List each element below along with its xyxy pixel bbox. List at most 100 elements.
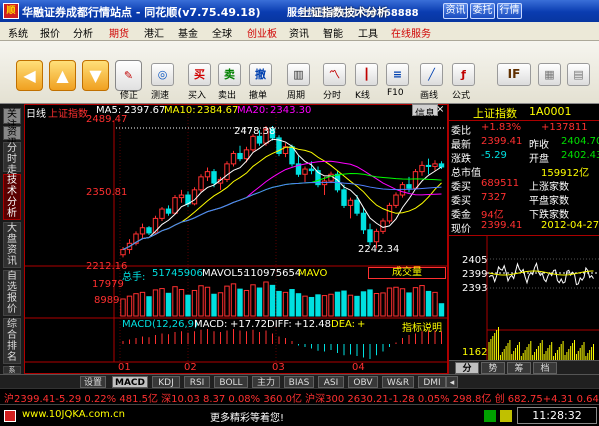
volume-bar <box>139 291 146 317</box>
kline-chart[interactable] <box>24 104 448 374</box>
cancel-order-label: 撤单 <box>249 91 268 101</box>
news-button[interactable]: 资讯 <box>443 3 468 19</box>
indicator-help-button[interactable]: 指标说明 <box>402 319 442 334</box>
left-tab-timeshare[interactable]: 分时走势 <box>3 142 21 187</box>
indicator-selector[interactable]: 成交量 <box>368 267 446 279</box>
volume-bar <box>159 288 165 317</box>
chart-area[interactable]: 日线 上证指数 MA5: 2397.67 MA10: 2384.67 MA20:… <box>24 104 448 374</box>
candle-body <box>347 199 354 206</box>
volume-bar <box>419 285 425 317</box>
volume-bar <box>146 296 152 317</box>
tab-scroll-left-icon[interactable]: ◂ <box>446 376 458 388</box>
indicator-tab-9[interactable]: W&R <box>382 376 414 388</box>
status-promo[interactable]: 更多精彩等着您! <box>210 409 284 424</box>
menu-item-0[interactable]: 系统 <box>8 25 28 40</box>
indicator-tab-3[interactable]: RSI <box>184 376 210 388</box>
order-button[interactable]: 委托 <box>470 3 495 19</box>
cancel-order-icon[interactable]: 撤 <box>249 63 272 86</box>
kline-icon[interactable]: ┃ <box>355 63 378 86</box>
menu-item-3[interactable]: 期货 <box>109 25 129 40</box>
candle-body <box>438 163 445 168</box>
period-icon[interactable]: ▥ <box>287 63 310 86</box>
volume-bar <box>165 292 172 317</box>
down-arrow-icon[interactable]: ▼ <box>82 60 109 91</box>
quote-tab-timeshare[interactable]: 分 <box>455 362 479 374</box>
indicator-tab-8[interactable]: OBV <box>348 376 378 388</box>
indicator-tab-2[interactable]: KDJ <box>152 376 180 388</box>
alert-icon[interactable] <box>500 410 512 422</box>
menu-item-5[interactable]: 基金 <box>178 25 198 40</box>
volume-bar <box>204 286 211 317</box>
timeshare-icon[interactable]: 〽 <box>323 63 346 86</box>
back-arrow-icon[interactable]: ◀ <box>16 60 43 91</box>
menu-item-6[interactable]: 全球 <box>212 25 232 40</box>
indicator-tab-7[interactable]: ASI <box>318 376 344 388</box>
info-close-icon[interactable]: × <box>436 104 444 115</box>
left-tab-top-2[interactable]: 资讯 <box>3 126 21 149</box>
volume-bar <box>269 284 276 317</box>
left-tab-watchlist[interactable]: 自选报价 <box>3 270 21 316</box>
candle-body <box>211 171 217 184</box>
indicator-tab-0[interactable]: 设置 <box>80 376 106 388</box>
candle-body <box>165 208 172 214</box>
more-tools-icon[interactable]: ▦ <box>538 63 561 86</box>
candle-body <box>328 173 334 182</box>
formula-icon[interactable]: ƒ <box>452 63 475 86</box>
left-tab-more[interactable]: 系 <box>3 366 21 374</box>
quote-row-value: 2399.41 <box>481 136 523 147</box>
menu-item-10[interactable]: 工具 <box>358 25 378 40</box>
sell-icon[interactable]: 卖 <box>218 63 241 86</box>
quote-tab-level[interactable]: 档 <box>533 362 557 374</box>
quote-row-value: +1.83% <box>481 122 522 133</box>
buy-label: 买入 <box>188 91 207 101</box>
volume-bar <box>289 289 295 317</box>
left-tab-top-1[interactable]: 关注 <box>3 108 21 131</box>
info-button[interactable]: 信息 <box>412 104 438 120</box>
speedtest-icon[interactable]: ◎ <box>151 63 174 86</box>
quote-row-label: 总市值 <box>451 168 481 179</box>
menu-item-1[interactable]: 报价 <box>40 25 60 40</box>
f10-icon[interactable]: ≡ <box>386 63 409 86</box>
indicator-tab-10[interactable]: DMI <box>418 376 446 388</box>
indicator-tab-6[interactable]: BIAS <box>284 376 314 388</box>
quote-tab-chips[interactable]: 筹 <box>507 362 531 374</box>
indicator-tab-1[interactable]: MACD <box>112 376 148 388</box>
up-arrow-icon[interactable]: ▲ <box>49 60 76 91</box>
toolbar: ◀ ▲ ▼ ✎ 修正 ◎ 测速 买 买入 卖 卖出 撤 撤单 ▥ 周期 〽 分时… <box>0 41 599 104</box>
timeshare-label: 分时 <box>323 91 342 101</box>
candle-body <box>302 168 308 175</box>
indicator-tab-5[interactable]: 主力 <box>252 376 280 388</box>
volume-bar <box>406 292 412 317</box>
volume-bar <box>224 285 230 317</box>
kline-low-annotation: 2242.34 <box>358 244 400 255</box>
diff-value: +12.48 <box>294 319 332 330</box>
menu-item-8[interactable]: 资讯 <box>289 25 309 40</box>
quote-button[interactable]: 行情 <box>497 3 522 19</box>
volume-bar <box>217 292 224 317</box>
menu-item-7[interactable]: 创业板 <box>247 25 277 40</box>
candle-body <box>198 176 204 191</box>
volume-bar <box>341 290 347 317</box>
indicator-tab-4[interactable]: BOLL <box>214 376 248 388</box>
left-tab-ranking[interactable]: 综合排名 <box>3 318 21 364</box>
left-tab-market-news[interactable]: 大盘资讯 <box>3 222 21 268</box>
menu-item-11[interactable]: 在线服务 <box>391 25 431 40</box>
menu-item-9[interactable]: 智能 <box>323 25 343 40</box>
correct-icon[interactable]: ✎ <box>115 60 142 91</box>
layout-icon[interactable]: ▤ <box>567 63 590 86</box>
quote-row-value: -5.29 <box>481 150 507 161</box>
volume-bar <box>373 292 380 317</box>
ma5-value: 2397.67 <box>124 105 166 116</box>
buy-icon[interactable]: 买 <box>188 63 211 86</box>
candle-body <box>139 227 146 235</box>
status-url[interactable]: www.10JQKA.com.cn <box>22 409 125 420</box>
app-logo-icon: 顺 <box>3 3 19 19</box>
draw-line-icon[interactable]: ╱ <box>420 63 443 86</box>
left-tab-technical[interactable]: 技术分析 <box>3 174 21 220</box>
menu-item-4[interactable]: 港汇 <box>144 25 164 40</box>
ma5-line <box>122 138 442 250</box>
futures-if-icon[interactable]: IF <box>497 63 531 86</box>
quote-tab-trend[interactable]: 势 <box>481 362 505 374</box>
menu-item-2[interactable]: 分析 <box>73 25 93 40</box>
mavol10-label: MAVO <box>298 268 328 279</box>
